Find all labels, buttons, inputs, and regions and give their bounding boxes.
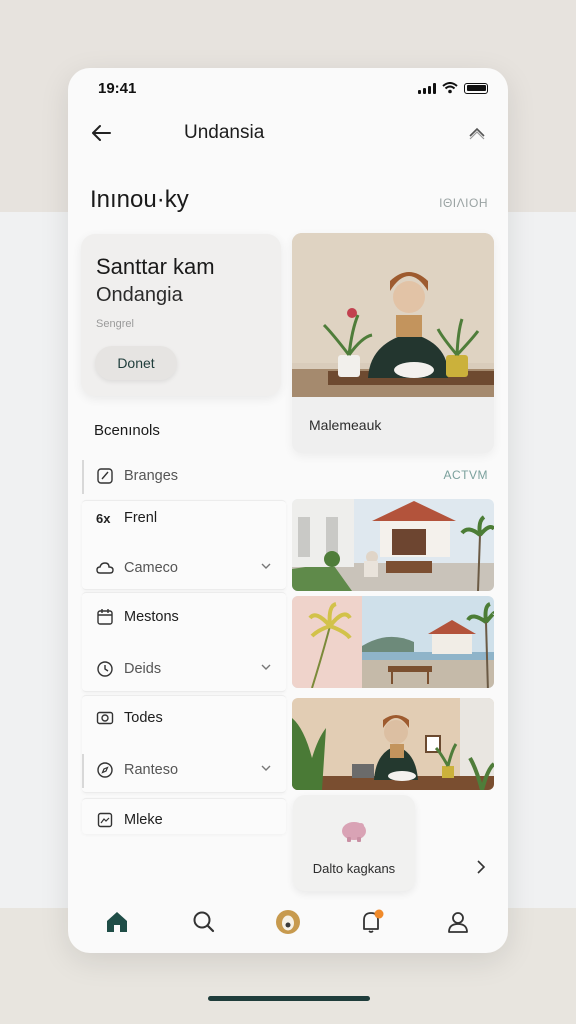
thumbnail-house[interactable] <box>292 499 494 591</box>
cloud-icon <box>96 559 114 577</box>
camera-icon <box>96 709 114 727</box>
section-title: Inınou·ky <box>90 186 189 213</box>
list-item-cameco[interactable]: Cameco <box>82 546 286 590</box>
list-item-label: Ranteso <box>124 762 179 778</box>
tab-center[interactable] <box>274 908 302 936</box>
text-format-icon: 6x <box>96 509 114 527</box>
wifi-icon <box>442 82 458 94</box>
hero-button[interactable]: Donet <box>95 346 177 380</box>
list-item-mleke[interactable]: Mleke <box>82 798 286 842</box>
search-icon <box>193 911 215 933</box>
tab-profile[interactable] <box>444 908 472 936</box>
calendar-icon <box>96 608 114 626</box>
notification-icon <box>363 909 384 933</box>
home-indicator <box>208 996 370 1001</box>
tab-home[interactable] <box>103 908 131 936</box>
status-icons <box>418 82 488 94</box>
list-item-label: Todes <box>124 710 163 726</box>
signal-icon <box>418 82 436 94</box>
feature-photo-label: Malemeauk <box>309 417 382 433</box>
thumbnail-person-laptop[interactable] <box>292 698 494 790</box>
hero-subtitle: Sengrel <box>96 318 134 330</box>
feature-photo-card[interactable]: Malemeauk <box>292 233 494 453</box>
list-item-label: Mleke <box>124 812 163 828</box>
list-item-mestons[interactable]: Mestons <box>82 595 286 639</box>
top-navigation: Undansia <box>68 116 508 152</box>
tab-search[interactable] <box>190 908 218 936</box>
chevron-down-icon[interactable] <box>260 661 272 673</box>
status-time: 19:41 <box>98 80 137 97</box>
savings-card[interactable]: Dalto kagkans <box>293 795 415 891</box>
profile-icon <box>448 912 468 933</box>
home-icon <box>107 912 127 932</box>
collapse-icon[interactable] <box>466 122 488 144</box>
beach-photo <box>292 596 494 688</box>
list-item-label: Cameco <box>124 560 178 576</box>
egg-icon <box>276 910 300 934</box>
phone-frame: 19:41 Undansia Inınou·ky IΘΙΛΙΟΗ Santtar… <box>68 68 508 953</box>
brush-icon <box>96 467 114 485</box>
clock-icon <box>96 660 114 678</box>
svg-text:6x: 6x <box>96 511 111 526</box>
hero-title-line1: Santtar kam <box>96 254 215 279</box>
list-item-deids[interactable]: Deids <box>82 647 286 691</box>
tab-notifications[interactable] <box>358 908 386 936</box>
list-item-label: Deids <box>124 661 162 677</box>
thumbnail-beach-house[interactable] <box>292 596 494 688</box>
hero-card: Santtar kam Ondangia Sengrel Donet <box>81 234 281 396</box>
list-item-ranteso[interactable]: Ranteso <box>82 748 286 792</box>
back-arrow-icon[interactable] <box>88 120 114 146</box>
battery-icon <box>464 82 488 94</box>
bottom-tab-bar <box>68 894 508 953</box>
chevron-down-icon[interactable] <box>260 560 272 572</box>
list-item-label: Frenl <box>124 510 158 526</box>
feature-photo <box>292 233 494 397</box>
chevron-right-icon[interactable] <box>472 858 490 876</box>
list-item-todes[interactable]: Todes <box>82 696 286 740</box>
hero-title-line2: Ondangia <box>96 284 183 306</box>
image-icon <box>96 811 114 829</box>
person-photo <box>292 698 494 790</box>
list-item-label: Branges <box>124 468 179 484</box>
list-item-label: Mestons <box>124 609 179 625</box>
section-right-label[interactable]: IΘΙΛΙΟΗ <box>439 196 488 210</box>
status-bar: 19:41 <box>68 68 508 108</box>
list-right-label[interactable]: ACTVM <box>444 468 489 482</box>
piggy-bank-icon <box>342 822 366 842</box>
savings-card-label: Dalto kagkans <box>312 861 396 876</box>
list-item-frenl[interactable]: 6x Frenl <box>82 496 286 540</box>
page-title: Undansia <box>184 122 265 143</box>
house-photo <box>292 499 494 591</box>
compass-icon <box>96 761 114 779</box>
chevron-down-icon[interactable] <box>260 762 272 774</box>
list-item-branges[interactable]: Branges <box>82 454 286 498</box>
list-heading: Bcenınols <box>94 422 160 439</box>
